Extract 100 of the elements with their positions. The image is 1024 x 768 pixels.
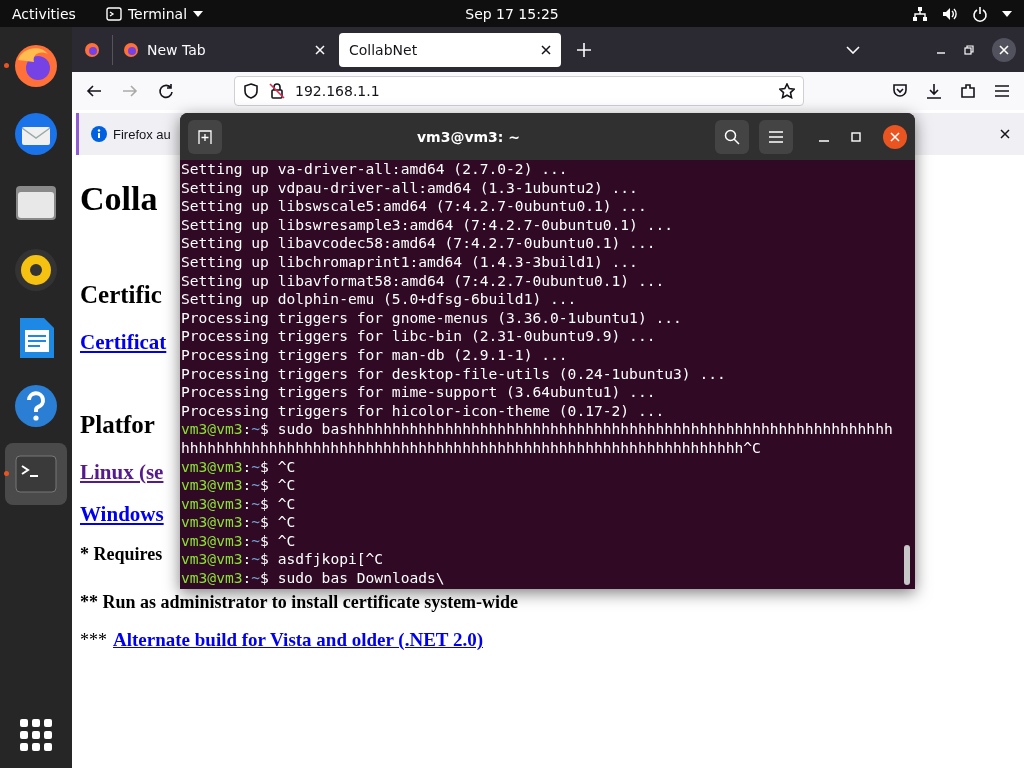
prompt-sign: $ [260,457,269,475]
notification-text: Firefox au [113,126,171,142]
asterisk-mark: *** [80,629,107,651]
shield-icon[interactable] [243,83,259,99]
terminal-command: asdfjkopi[^C [276,550,384,568]
star-icon[interactable] [779,83,795,99]
search-icon [724,128,740,145]
terminal-output: Processing triggers for man-db (2.9.1-1) ... [181,345,568,363]
power-icon[interactable] [972,5,988,22]
terminal-output: Setting up libavcodec58:amd64 (7:4.2.7-0ubuntu0.1) ... [181,234,656,252]
maximize-icon[interactable] [851,131,861,142]
close-icon[interactable] [1000,129,1010,139]
help-icon[interactable] [12,382,60,430]
link[interactable]: Windows [80,502,164,526]
prompt-separator: : [242,513,252,531]
terminal-output: Processing triggers for desktop-file-utils (0.24-1ubuntu3) ... [181,364,726,382]
firefox-icon[interactable] [12,42,60,90]
download-icon[interactable] [926,83,942,99]
prompt-path: ~ [251,513,261,531]
terminal-output: Setting up libswscale5:amd64 (7:4.2.7-0ubuntu0.1) ... [181,197,647,215]
prompt-user: vm3@vm3 [181,569,243,587]
reload-icon[interactable] [158,83,174,99]
terminal-output: Setting up vdpau-driver-all:amd64 (1.3-1ubuntu2) ... [181,178,638,196]
note-text: ** Run as administrator to install certificate system-wide [80,592,519,613]
address-bar[interactable]: 192.168.1.1 [234,76,804,106]
restore-icon[interactable] [964,44,974,55]
link[interactable]: Alternate build for Vista and older (.NET 2.0) [113,629,483,651]
insecure-lock-icon[interactable] [269,83,285,99]
app-grid-icon[interactable] [19,718,53,752]
prompt-path: ~ [251,457,261,475]
back-icon[interactable] [86,83,102,99]
terminal-output: Setting up libswresample3:amd64 (7:4.2.7-0ubuntu0.1) ... [181,215,674,233]
prompt-sign: $ [260,494,269,512]
new-tab-button[interactable] [188,119,222,154]
extensions-icon[interactable] [960,83,976,99]
search-button[interactable] [715,119,749,154]
prompt-sign: $ [260,476,269,494]
firefox-icon [123,41,139,58]
terminal-output: Setting up dolphin-emu (5.0+dfsg-6build1) ... [181,290,577,308]
close-icon[interactable] [541,44,551,55]
note-text: * Requires [80,544,163,565]
window-title: vm3@vm3: ~ [415,128,522,145]
scrollbar-thumb[interactable] [904,545,910,585]
new-tab-icon [197,128,213,145]
terminal-output: Setting up libchromaprint1:amd64 (1.4.3-3build1) ... [181,252,638,270]
menu-button[interactable] [759,119,793,154]
terminal-output: hhhhhhhhhhhhhhhhhhhhhhhhhhhhhhhhhhhhhhhhhhhhhhhhhhhhhhhhhhhhhhhh^C [181,438,761,456]
menu-icon[interactable] [994,83,1010,99]
firefox-icon[interactable] [84,41,100,58]
info-icon [91,126,107,142]
terminal-output: Processing triggers for gnome-menus (3.36.0-1ubuntu1) ... [181,308,682,326]
speaker-icon[interactable] [12,246,60,294]
chevron-icon[interactable] [846,45,860,54]
prompt-user: vm3@vm3 [181,494,243,512]
prompt-path: ~ [251,569,261,587]
pocket-icon[interactable] [892,83,908,99]
prompt-user: vm3@vm3 [181,513,243,531]
prompt-sign: $ [260,513,269,531]
close-icon[interactable] [992,37,1016,62]
app-menu[interactable]: Terminal [105,5,204,22]
terminal-command: ^C [276,476,296,494]
prompt-separator: : [242,550,252,568]
terminal-output: Processing triggers for hicolor-icon-theme (0.17-2) ... [181,401,665,419]
terminal-command: ^C [276,494,296,512]
menu-icon [769,130,783,143]
network-icon[interactable] [912,5,928,22]
activities-button[interactable]: Activities [12,5,76,22]
prompt-user: vm3@vm3 [181,476,243,494]
prompt-path: ~ [251,550,261,568]
close-button[interactable] [883,124,907,149]
prompt-separator: : [242,531,252,549]
terminal-icon [105,6,122,21]
prompt-path: ~ [251,420,261,438]
prompt-separator: : [242,420,252,438]
prompt-user: vm3@vm3 [181,531,243,549]
prompt-path: ~ [251,476,261,494]
terminal-output: Setting up va-driver-all:amd64 (2.7.0-2) ... [181,160,568,177]
prompt-user: vm3@vm3 [181,457,243,475]
prompt-sign: $ [260,550,269,568]
prompt-separator: : [242,494,252,512]
terminal-output: Processing triggers for mime-support (3.64ubuntu1) ... [181,383,656,401]
prompt-user: vm3@vm3 [181,550,243,568]
link[interactable]: Linux (se [80,460,164,484]
clock[interactable]: Sep 17 15:25 [345,5,679,22]
terminal-command: ^C [276,513,296,531]
browser-tab[interactable]: CollabNet [339,32,561,67]
close-icon [890,131,900,142]
caret-icon [193,10,204,17]
plus-icon[interactable] [577,42,591,57]
prompt-separator: : [242,476,252,494]
browser-tab[interactable]: New Tab [113,32,335,67]
terminal-output: Processing triggers for libc-bin (2.31-0ubuntu9.9) ... [181,327,656,345]
mail-icon[interactable] [12,110,60,158]
prompt-separator: : [242,569,252,587]
link[interactable]: Certificat [80,330,167,354]
prompt-user: vm3@vm3 [181,420,243,438]
caret-icon[interactable] [1002,10,1012,17]
terminal-command: sudo bashhhhhhhhhhhhhhhhhhhhhhhhhhhhhhhhhhhhhhhhhhhhhhhhhhhhhhhhhhhhhh [276,420,893,438]
terminal-command: ^C [276,457,296,475]
prompt-sign: $ [260,569,269,587]
